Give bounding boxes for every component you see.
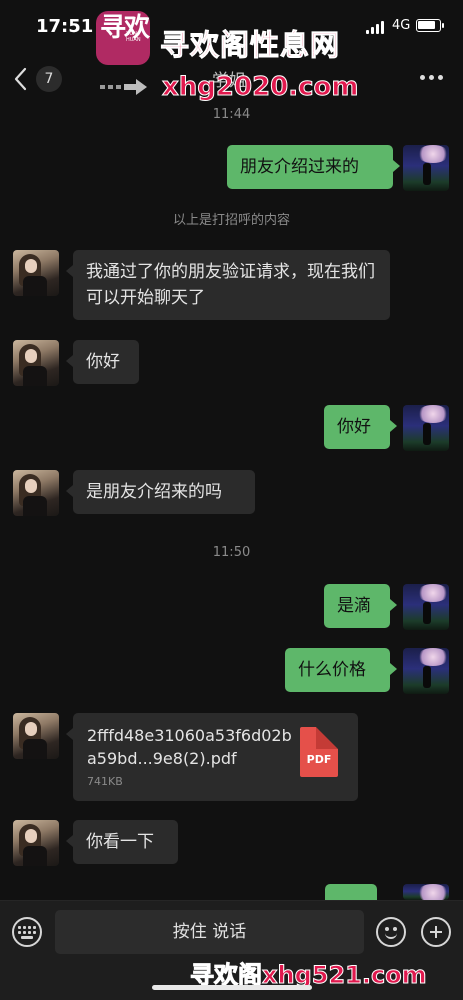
my-avatar[interactable] [403,584,449,630]
my-avatar[interactable] [403,405,449,451]
keyboard-icon[interactable] [12,917,42,947]
status-time: 17:51 [36,16,94,37]
contact-avatar[interactable] [13,340,59,386]
contact-avatar[interactable] [13,713,59,759]
back-chevron-icon [14,67,27,91]
message-bubble-sent[interactable]: 你好 [324,405,397,449]
back-button[interactable]: 7 [14,66,70,92]
contact-avatar[interactable] [13,470,59,516]
my-avatar[interactable] [403,648,449,694]
contact-avatar[interactable] [13,820,59,866]
watermark-title: 寻欢阁性息网 [159,28,341,63]
timestamp: 11:50 [212,545,251,560]
message-bubble-received[interactable]: 我通过了你的朋友验证请求，现在我们可以开始聊天了 [66,250,390,320]
timestamp: 11:44 [212,107,251,122]
message-bubble-sent[interactable]: 是滴 [324,584,397,628]
watermark-arrow-icon [100,79,147,95]
emoji-icon[interactable] [376,917,406,947]
more-icon[interactable] [418,74,446,82]
watermark-logo: 寻欢 XUN HUAN [96,11,150,65]
system-note: 以上是打招呼的内容 [172,213,290,228]
message-bubble-sent[interactable]: 朋友介绍过来的 [227,145,400,189]
message-bubble-sent[interactable]: 什么价格 [285,648,397,692]
watermark-url: xhg2020.com [162,72,359,103]
contact-avatar[interactable] [13,250,59,296]
hold-to-talk-button[interactable]: 按住 说话 [55,910,364,954]
file-size: 741KB [87,775,123,788]
file-message[interactable]: 2fffd48e31060a53f6d02ba59bd...9e8(2).pdf… [66,713,358,801]
pdf-file-icon: PDF [300,727,338,777]
file-name: 2fffd48e31060a53f6d02ba59bd...9e8(2).pdf [87,726,292,768]
message-bubble-received[interactable]: 你看一下 [66,820,178,864]
message-bubble-received[interactable]: 你好 [66,340,139,384]
my-avatar[interactable] [403,884,449,900]
unread-badge: 7 [36,66,62,92]
network-type: 4G [392,18,411,33]
battery-icon [416,19,444,32]
my-avatar[interactable] [403,145,449,191]
home-indicator[interactable] [152,985,312,990]
signal-icon [366,20,386,34]
message-bubble-received[interactable]: 是朋友介绍来的吗 [66,470,255,514]
plus-icon[interactable] [421,917,451,947]
